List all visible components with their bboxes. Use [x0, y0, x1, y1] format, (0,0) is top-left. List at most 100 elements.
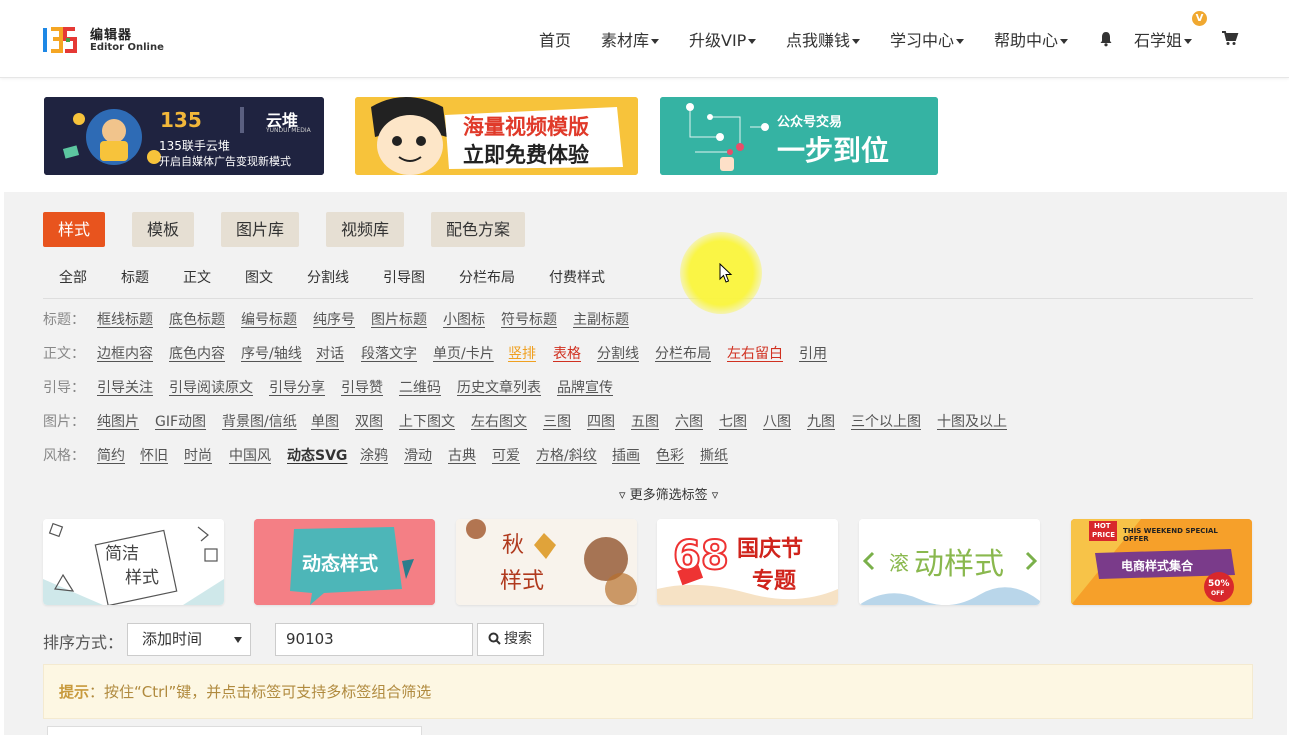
filter-tag[interactable]: 简约	[97, 446, 125, 466]
thumb-text: HOT	[1094, 522, 1111, 530]
filter-tag[interactable]: 古典	[448, 446, 476, 466]
filter-tag[interactable]: 序号/轴线	[241, 344, 302, 364]
filter-tag[interactable]: 五图	[631, 412, 659, 432]
nav-materials[interactable]: 素材库	[601, 30, 660, 52]
tab-video-library[interactable]: 视频库	[326, 212, 404, 247]
nav-home[interactable]: 首页	[539, 30, 571, 52]
filter-tag[interactable]: 段落文字	[361, 344, 417, 364]
search-icon	[488, 632, 501, 645]
filter-tag[interactable]: 图片标题	[371, 310, 427, 330]
cart-icon[interactable]	[1221, 30, 1239, 46]
filter-tag[interactable]: 底色内容	[169, 344, 225, 364]
logo[interactable]: 编辑器 Editor Online	[42, 22, 172, 58]
filter-tag[interactable]: 时尚	[184, 446, 212, 466]
filter-tag[interactable]: 框线标题	[97, 310, 153, 330]
subnav-guide[interactable]: 引导图	[383, 269, 425, 287]
filter-tag[interactable]: 背景图/信纸	[222, 412, 297, 432]
more-filters-toggle[interactable]: ▿ 更多筛选标签 ▿	[619, 484, 718, 503]
banner-video-templates[interactable]: 海量视频模版 立即免费体验	[355, 97, 638, 175]
filter-tag[interactable]: 可爱	[492, 446, 520, 466]
filter-tag[interactable]: 竖排	[508, 344, 536, 364]
filter-tag[interactable]: 九图	[807, 412, 835, 432]
filter-tag[interactable]: 分割线	[597, 344, 639, 364]
filter-tag[interactable]: 怀旧	[140, 446, 168, 466]
filter-tag[interactable]: 二维码	[399, 378, 441, 398]
filter-tag[interactable]: 分栏布局	[655, 344, 711, 364]
sort-select[interactable]: 添加时间	[127, 623, 251, 656]
filter-tag[interactable]: 纯图片	[97, 412, 139, 432]
sort-select-value: 添加时间	[142, 630, 203, 648]
filter-tag[interactable]: 滑动	[404, 446, 432, 466]
filter-tag[interactable]: 引导关注	[97, 378, 153, 398]
subnav-columns[interactable]: 分栏布局	[459, 269, 515, 287]
search-button[interactable]: 搜索	[477, 623, 544, 656]
filter-tag[interactable]: 单图	[311, 412, 339, 432]
filter-tag[interactable]: 表格	[553, 344, 581, 364]
filter-tag[interactable]: 中国风	[229, 446, 271, 466]
filter-tag[interactable]: 三图	[543, 412, 571, 432]
filter-tag[interactable]: 左右留白	[727, 344, 783, 364]
filter-tag[interactable]: 三个以上图	[851, 412, 921, 432]
filter-tag[interactable]: 底色标题	[169, 310, 225, 330]
filter-tag[interactable]: 小图标	[443, 310, 485, 330]
filter-label: 引导：	[43, 380, 85, 396]
filter-tag[interactable]: GIF动图	[155, 412, 206, 432]
filter-tag[interactable]: 方格/斜纹	[536, 446, 597, 466]
subnav-paid[interactable]: 付费样式	[549, 269, 605, 287]
nav-vip[interactable]: 升级VIP	[689, 30, 757, 52]
thumb-ecommerce[interactable]: HOT PRICE THIS WEEKEND SPECIAL OFFER 电商样…	[1071, 519, 1252, 605]
filter-tag[interactable]: 插画	[612, 446, 640, 466]
filter-tag[interactable]: 边框内容	[97, 344, 153, 364]
thumb-national-day[interactable]: 68 国庆节 专题	[657, 519, 838, 605]
filter-tag[interactable]: 引用	[799, 344, 827, 364]
filter-tag[interactable]: 双图	[355, 412, 383, 432]
thumb-simple[interactable]: 简洁 样式	[43, 519, 224, 605]
subnav-title[interactable]: 标题	[121, 269, 149, 287]
filter-tag[interactable]: 编号标题	[241, 310, 297, 330]
filter-tag[interactable]: 主副标题	[573, 310, 629, 330]
filter-tag[interactable]: 动态SVG	[287, 446, 347, 466]
filter-tag[interactable]: 撕纸	[700, 446, 728, 466]
subnav-image-text[interactable]: 图文	[245, 269, 273, 287]
filter-tag[interactable]: 引导分享	[269, 378, 325, 398]
filter-tag[interactable]: 历史文章列表	[457, 378, 541, 398]
filter-tag[interactable]: 十图及以上	[937, 412, 1007, 432]
thumb-text: 50%	[1208, 579, 1230, 589]
subnav-body[interactable]: 正文	[183, 269, 211, 287]
filter-tag[interactable]: 六图	[675, 412, 703, 432]
tab-image-library[interactable]: 图片库	[221, 212, 299, 247]
filter-tag[interactable]: 对话	[316, 344, 344, 364]
thumb-autumn[interactable]: 秋 样式	[456, 519, 637, 605]
thumb-scroll[interactable]: 滚 动样式	[859, 519, 1040, 605]
filter-tag[interactable]: 符号标题	[501, 310, 557, 330]
filter-tag[interactable]: 色彩	[656, 446, 684, 466]
filter-tag[interactable]: 左右图文	[471, 412, 527, 432]
bell-icon[interactable]	[1098, 31, 1114, 47]
filter-tag[interactable]: 单页/卡片	[433, 344, 494, 364]
nav-help[interactable]: 帮助中心	[994, 30, 1069, 52]
banner-account-trade[interactable]: 公众号交易 一步到位	[660, 97, 938, 175]
tab-styles[interactable]: 样式	[43, 212, 105, 247]
result-card[interactable]	[47, 726, 422, 735]
filter-tag[interactable]: 纯序号	[313, 310, 355, 330]
subnav-divider[interactable]: 分割线	[307, 269, 349, 287]
user-menu[interactable]: 石学姐	[1134, 30, 1193, 52]
filter-tag[interactable]: 上下图文	[399, 412, 455, 432]
filter-tag[interactable]: 引导赞	[341, 378, 383, 398]
tab-templates[interactable]: 模板	[132, 212, 194, 247]
filter-tag[interactable]: 涂鸦	[360, 446, 388, 466]
banner-line2: 立即免费体验	[463, 143, 589, 167]
search-input[interactable]: 90103	[275, 623, 473, 656]
subnav-all[interactable]: 全部	[59, 269, 87, 287]
filter-tag[interactable]: 七图	[719, 412, 747, 432]
filter-tag[interactable]: 品牌宣传	[557, 378, 613, 398]
nav-learn[interactable]: 学习中心	[890, 30, 965, 52]
thumb-text: 简洁	[105, 544, 139, 564]
banner-yundui[interactable]: 135 135联手云堆 开启自媒体广告变现新模式 云堆 YUNDUI MEDIA	[44, 97, 324, 175]
thumb-animated[interactable]: 动态样式	[254, 519, 435, 605]
filter-tag[interactable]: 引导阅读原文	[169, 378, 253, 398]
filter-tag[interactable]: 四图	[587, 412, 615, 432]
tab-color-schemes[interactable]: 配色方案	[431, 212, 525, 247]
nav-earn[interactable]: 点我赚钱	[786, 30, 861, 52]
filter-tag[interactable]: 八图	[763, 412, 791, 432]
